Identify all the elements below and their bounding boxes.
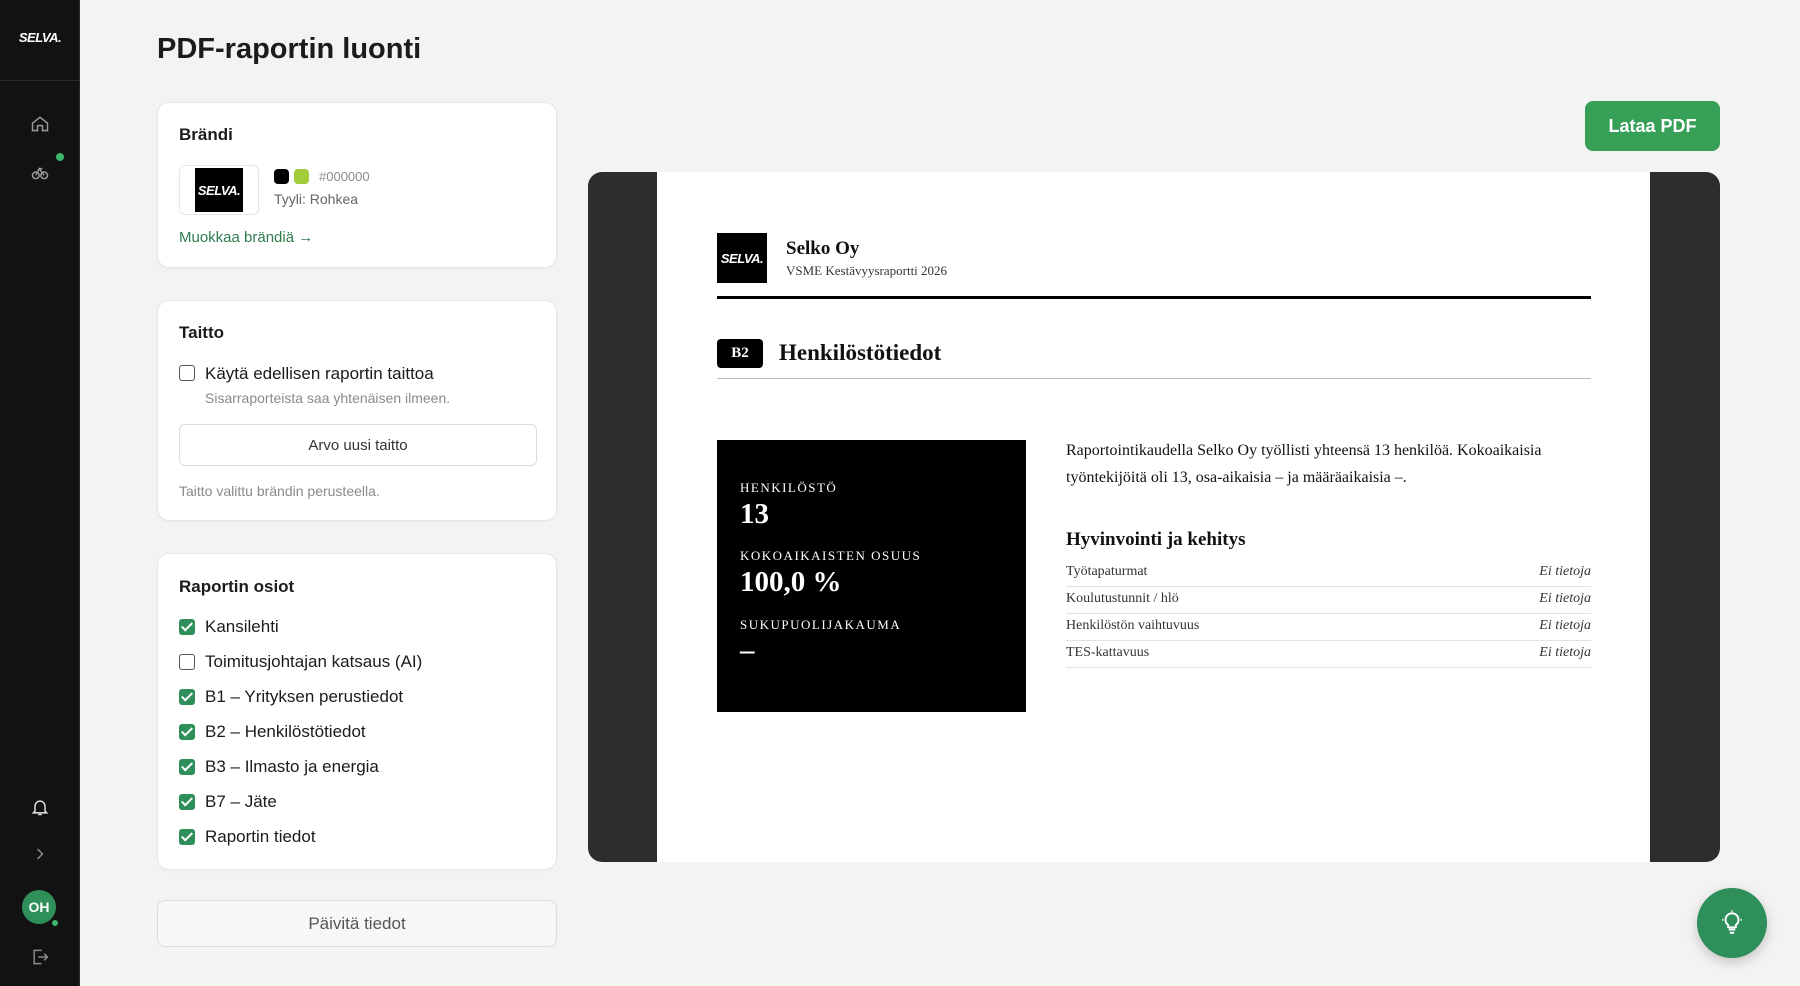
- row-key: TES-kattavuus: [1066, 645, 1150, 660]
- stat-label: KOKOAIKAISTEN OSUUS: [740, 548, 922, 563]
- preview-sub-heading: Hyvinvointi ja kehitys: [1066, 529, 1246, 550]
- section-checkbox-kansilehti[interactable]: [179, 619, 195, 635]
- bell-icon[interactable]: [26, 793, 54, 821]
- preview-header-rule: [717, 296, 1591, 299]
- avatar-status-dot: [50, 918, 60, 928]
- table-row: Koulutustunnit / hlö Ei tietoja: [1066, 587, 1591, 614]
- row-key: Työtapaturmat: [1066, 564, 1148, 579]
- section-checkbox-b7[interactable]: [179, 794, 195, 810]
- preview-paragraph: Raportointikaudella Selko Oy työllisti y…: [1066, 442, 1542, 486]
- table-row: TES-kattavuus Ei tietoja: [1066, 641, 1591, 668]
- table-row: Työtapaturmat Ei tietoja: [1066, 560, 1591, 587]
- layout-card: Taitto Käytä edellisen raportin taittoa …: [157, 300, 557, 521]
- section-label[interactable]: Toimitusjohtajan katsaus (AI): [205, 652, 422, 672]
- page-title: PDF-raportin luonti: [157, 33, 422, 65]
- logout-icon[interactable]: [26, 943, 54, 971]
- chevron-right-icon[interactable]: [26, 840, 54, 868]
- random-layout-button[interactable]: Arvo uusi taitto: [179, 424, 537, 466]
- reuse-layout-hint: Sisarraporteista saa yhtenäisen ilmeen.: [205, 390, 451, 406]
- row-value: Ei tietoja: [1539, 645, 1591, 660]
- layout-footnote: Taitto valittu brändin perusteella.: [179, 483, 380, 499]
- tips-button[interactable]: [1697, 888, 1767, 958]
- preview-page: SELVA. Selko Oy VSME Kestävyysraportti 2…: [657, 172, 1650, 862]
- preview-section-rule: [717, 378, 1591, 379]
- brand-swatch-black: [274, 169, 289, 184]
- preview-report-name: VSME Kestävyysraportti 2026: [786, 263, 948, 278]
- stat-label: SUKUPUOLIJAKAUMA: [740, 617, 902, 632]
- section-badge: B2: [717, 339, 763, 368]
- edit-brand-link[interactable]: Muokkaa brändiä →: [179, 229, 313, 246]
- row-key: Henkilöstön vaihtuvuus: [1066, 618, 1200, 633]
- section-checkbox-b1[interactable]: [179, 689, 195, 705]
- sidebar: SELVA. OH: [0, 0, 80, 986]
- section-label[interactable]: B1 – Yrityksen perustiedot: [205, 687, 403, 707]
- brand-card: Brändi SELVA. #000000 Tyyli: Rohkea Muok…: [157, 102, 557, 268]
- preview-company: Selko Oy: [786, 238, 860, 259]
- row-key: Koulutustunnit / hlö: [1066, 591, 1179, 606]
- brand-hex: #000000: [319, 169, 370, 184]
- section-checkbox-ceo-review[interactable]: [179, 654, 195, 670]
- pdf-preview: SELVA. Selko Oy VSME Kestävyysraportti 2…: [588, 172, 1720, 862]
- brand-logo: SELVA.: [195, 168, 243, 212]
- layout-card-title: Taitto: [179, 323, 225, 342]
- section-label[interactable]: B7 – Jäte: [205, 792, 277, 812]
- section-label[interactable]: Kansilehti: [205, 617, 279, 637]
- sections-card-title: Raportin osiot: [179, 577, 295, 596]
- sidebar-logo[interactable]: SELVA.: [0, 30, 80, 45]
- preview-logo: SELVA.: [717, 233, 767, 283]
- lightbulb-icon: [1722, 910, 1742, 934]
- notification-dot: [56, 153, 64, 161]
- reuse-layout-checkbox[interactable]: [179, 365, 195, 381]
- section-checkbox-b3[interactable]: [179, 759, 195, 775]
- stat-box: HENKILÖSTÖ 13 KOKOAIKAISTEN OSUUS 100,0 …: [717, 440, 1026, 712]
- sections-card: Raportin osiot Kansilehti Toimitusjohtaj…: [157, 553, 557, 870]
- row-value: Ei tietoja: [1539, 618, 1591, 633]
- update-data-button[interactable]: Päivitä tiedot: [157, 900, 557, 947]
- row-value: Ei tietoja: [1539, 564, 1591, 579]
- section-checkbox-report-info[interactable]: [179, 829, 195, 845]
- sidebar-divider: [0, 80, 80, 81]
- reuse-layout-label[interactable]: Käytä edellisen raportin taittoa: [205, 364, 434, 384]
- brand-swatch-green: [294, 169, 309, 184]
- section-label[interactable]: B2 – Henkilöstötiedot: [205, 722, 366, 742]
- download-pdf-button[interactable]: Lataa PDF: [1585, 101, 1720, 151]
- home-icon[interactable]: [26, 110, 54, 138]
- brand-style: Tyyli: Rohkea: [274, 191, 359, 207]
- section-label[interactable]: B3 – Ilmasto ja energia: [205, 757, 379, 777]
- stat-value: –: [740, 634, 755, 666]
- section-label[interactable]: Raportin tiedot: [205, 827, 316, 847]
- stat-value: 13: [740, 498, 769, 530]
- preview-section-title: Henkilöstötiedot: [779, 340, 942, 365]
- cycle-icon[interactable]: [26, 158, 54, 186]
- section-checkbox-b2[interactable]: [179, 724, 195, 740]
- table-row: Henkilöstön vaihtuvuus Ei tietoja: [1066, 614, 1591, 641]
- stat-value: 100,0 %: [740, 566, 842, 598]
- row-value: Ei tietoja: [1539, 591, 1591, 606]
- stat-label: HENKILÖSTÖ: [740, 480, 838, 495]
- brand-card-title: Brändi: [179, 125, 233, 144]
- brand-logo-preview: SELVA.: [179, 165, 259, 215]
